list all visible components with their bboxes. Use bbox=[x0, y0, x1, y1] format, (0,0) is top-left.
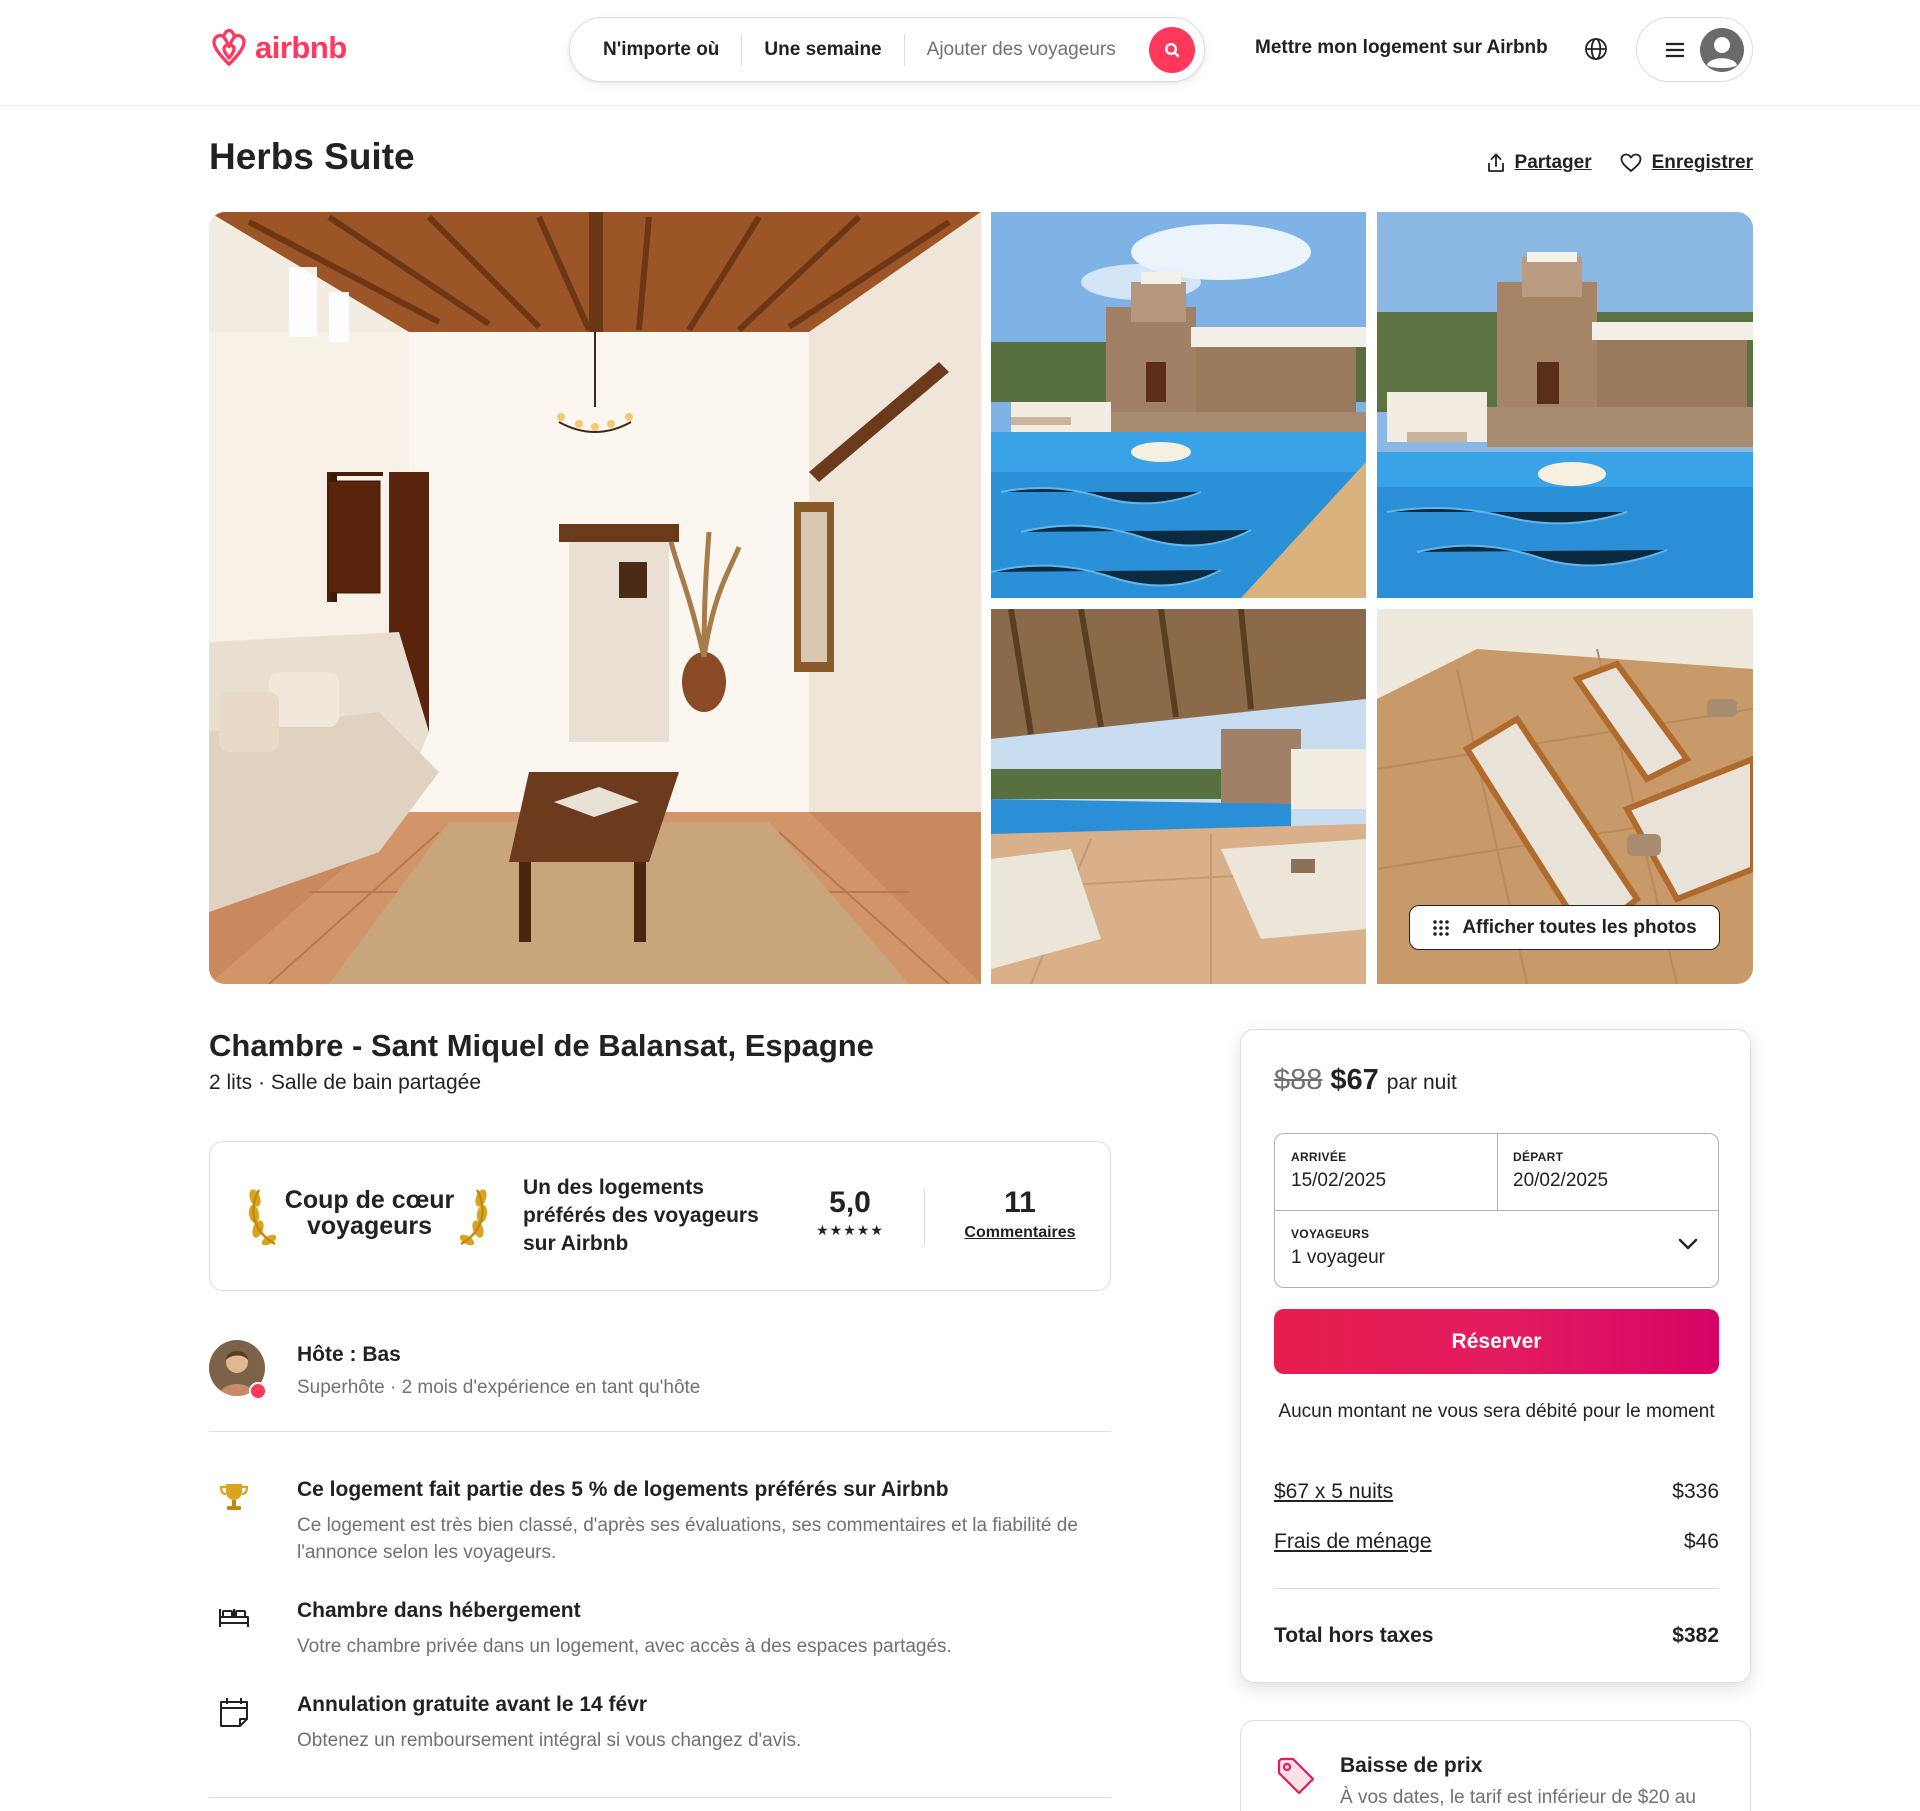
search-bar[interactable]: N'importe où Une semaine Ajouter des voy… bbox=[569, 17, 1205, 82]
total-row: Total hors taxes $382 bbox=[1274, 1624, 1719, 1648]
no-charge-notice: Aucun montant ne vous sera débité pour l… bbox=[1278, 1401, 1715, 1422]
page-title: Herbs Suite bbox=[209, 136, 415, 177]
superhost-badge-icon bbox=[249, 1382, 267, 1400]
original-price: $88 bbox=[1274, 1064, 1323, 1096]
feature-description: Votre chambre privée dans un logement, a… bbox=[297, 1636, 952, 1657]
fee-amount: $336 bbox=[1672, 1480, 1719, 1503]
host-section: Hôte : Bas Superhôte · 2 mois d'expérien… bbox=[209, 1340, 1111, 1432]
date-guest-picker: ARRIVÉE 15/02/2025 DÉPART 20/02/2025 VOY… bbox=[1274, 1133, 1719, 1288]
price-unit: par nuit bbox=[1386, 1071, 1457, 1094]
user-avatar bbox=[1700, 27, 1744, 72]
guests-value: 1 voyageur bbox=[1291, 1247, 1386, 1268]
reviews-block[interactable]: 11 Commentaires bbox=[950, 1186, 1090, 1242]
top-header: airbnb N'importe où Une semaine Ajouter … bbox=[0, 0, 1920, 106]
show-all-photos-button[interactable]: Afficher toutes les photos bbox=[1409, 905, 1720, 950]
review-count: 11 bbox=[1004, 1186, 1036, 1219]
title-actions: Partager Enregistrer bbox=[1487, 152, 1753, 174]
search-who[interactable]: Ajouter des voyageurs bbox=[905, 34, 1138, 66]
host-name: Hôte : Bas bbox=[297, 1343, 401, 1366]
chevron-down-icon[interactable] bbox=[1678, 1238, 1698, 1250]
fee-label[interactable]: $67 x 5 nuits bbox=[1274, 1480, 1393, 1504]
guest-favorite-card: Coup de cœur voyageurs Un des logements … bbox=[209, 1141, 1111, 1291]
price-tag-icon bbox=[1277, 1757, 1315, 1795]
fee-label[interactable]: Frais de ménage bbox=[1274, 1530, 1432, 1554]
logo-text: airbnb bbox=[255, 30, 347, 65]
photo-pool-house[interactable] bbox=[991, 212, 1366, 598]
feature-room-type: Chambre dans hébergement Votre chambre p… bbox=[209, 1599, 1111, 1659]
checkout-label: DÉPART bbox=[1513, 1150, 1564, 1164]
search-icon bbox=[1164, 42, 1180, 58]
save-button[interactable]: Enregistrer bbox=[1620, 152, 1753, 174]
profile-menu-button[interactable] bbox=[1636, 17, 1753, 82]
listing-subtitle: Chambre - Sant Miquel de Balansat, Espag… bbox=[209, 1028, 874, 1063]
hamburger-icon bbox=[1666, 42, 1684, 57]
photo-gallery bbox=[209, 212, 1753, 984]
rating-divider bbox=[924, 1188, 925, 1246]
guests-field[interactable]: VOYAGEURS 1 voyageur bbox=[1291, 1227, 1701, 1269]
search-button[interactable] bbox=[1149, 27, 1195, 73]
checkout-field[interactable]: DÉPART 20/02/2025 bbox=[1513, 1150, 1713, 1192]
checkin-label: ARRIVÉE bbox=[1291, 1150, 1347, 1164]
total-amount: $382 bbox=[1672, 1624, 1719, 1647]
fee-row-cleaning: Frais de ménage $46 bbox=[1274, 1530, 1719, 1554]
checkin-field[interactable]: ARRIVÉE 15/02/2025 bbox=[1291, 1150, 1491, 1192]
reviews-link[interactable]: Commentaires bbox=[950, 1224, 1090, 1242]
search-when[interactable]: Une semaine bbox=[742, 34, 903, 66]
reserve-button[interactable]: Réserver bbox=[1274, 1309, 1719, 1374]
bed-icon bbox=[219, 1609, 249, 1627]
section-divider bbox=[209, 1797, 1111, 1798]
total-label: Total hors taxes bbox=[1274, 1624, 1434, 1647]
badge-line-1: Coup de cœur bbox=[284, 1186, 455, 1214]
rating-value: 5,0 bbox=[829, 1186, 871, 1219]
share-label: Partager bbox=[1514, 152, 1592, 173]
total-divider bbox=[1274, 1588, 1719, 1589]
feature-title: Ce logement fait partie des 5 % de logem… bbox=[297, 1478, 949, 1501]
fee-row-nights: $67 x 5 nuits $336 bbox=[1274, 1480, 1719, 1504]
laurel-right-icon bbox=[459, 1189, 488, 1246]
share-button[interactable]: Partager bbox=[1487, 152, 1592, 174]
feature-free-cancellation: Annulation gratuite avant le 14 févr Obt… bbox=[209, 1693, 1111, 1753]
rating-block: 5,0 ★★★★★ bbox=[800, 1186, 900, 1239]
airbnb-logo-icon bbox=[212, 28, 246, 66]
date-divider bbox=[1497, 1134, 1498, 1210]
search-where[interactable]: N'importe où bbox=[570, 34, 741, 66]
save-label: Enregistrer bbox=[1651, 152, 1753, 173]
heart-icon bbox=[1620, 153, 1642, 172]
guest-favorite-badge: Coup de cœur voyageurs bbox=[282, 1187, 457, 1239]
become-host-link[interactable]: Mettre mon logement sur Airbnb bbox=[1255, 37, 1548, 59]
airbnb-logo[interactable]: airbnb bbox=[209, 26, 347, 70]
photo-main-living-room[interactable] bbox=[209, 212, 981, 984]
host-meta: Superhôte · 2 mois d'expérience en tant … bbox=[297, 1377, 701, 1398]
price-row: $88 $67 par nuit bbox=[1274, 1064, 1457, 1097]
guests-divider bbox=[1275, 1210, 1718, 1211]
discounted-price: $67 bbox=[1330, 1064, 1379, 1096]
photo-pool-wide[interactable] bbox=[1377, 212, 1753, 598]
price-drop-title: Baisse de prix bbox=[1340, 1754, 1483, 1777]
feature-title: Annulation gratuite avant le 14 févr bbox=[297, 1693, 648, 1716]
listing-details: 2 lits · Salle de bain partagée bbox=[209, 1071, 482, 1094]
photo-terrace[interactable] bbox=[991, 609, 1366, 984]
share-icon bbox=[1487, 153, 1504, 172]
booking-card: $88 $67 par nuit ARRIVÉE 15/02/2025 DÉPA… bbox=[1240, 1029, 1751, 1683]
feature-title: Chambre dans hébergement bbox=[297, 1599, 581, 1622]
checkin-value: 15/02/2025 bbox=[1291, 1170, 1387, 1191]
globe-icon[interactable] bbox=[1583, 36, 1609, 62]
feature-description: Ce logement est très bien classé, d'aprè… bbox=[297, 1515, 1078, 1563]
grid-dots-icon bbox=[1433, 919, 1450, 936]
calendar-icon bbox=[220, 1698, 248, 1727]
trophy-icon bbox=[219, 1484, 249, 1510]
guests-label: VOYAGEURS bbox=[1291, 1227, 1370, 1241]
rating-stars: ★★★★★ bbox=[816, 1222, 884, 1238]
price-drop-text: À vos dates, le tarif est inférieur de $… bbox=[1340, 1787, 1696, 1808]
show-all-photos-label: Afficher toutes les photos bbox=[1462, 916, 1697, 938]
checkout-value: 20/02/2025 bbox=[1513, 1170, 1609, 1191]
user-avatar-icon bbox=[1700, 27, 1744, 72]
feature-top-listing: Ce logement fait partie des 5 % de logem… bbox=[209, 1478, 1111, 1568]
feature-description: Obtenez un remboursement intégral si vou… bbox=[297, 1730, 802, 1751]
laurel-left-icon bbox=[248, 1189, 277, 1246]
badge-line-2: voyageurs bbox=[306, 1212, 433, 1240]
fee-amount: $46 bbox=[1683, 1530, 1719, 1553]
price-drop-card: Baisse de prix À vos dates, le tarif est… bbox=[1240, 1720, 1751, 1811]
guest-favorite-description: Un des logements préférés des voyageurs … bbox=[523, 1176, 759, 1255]
